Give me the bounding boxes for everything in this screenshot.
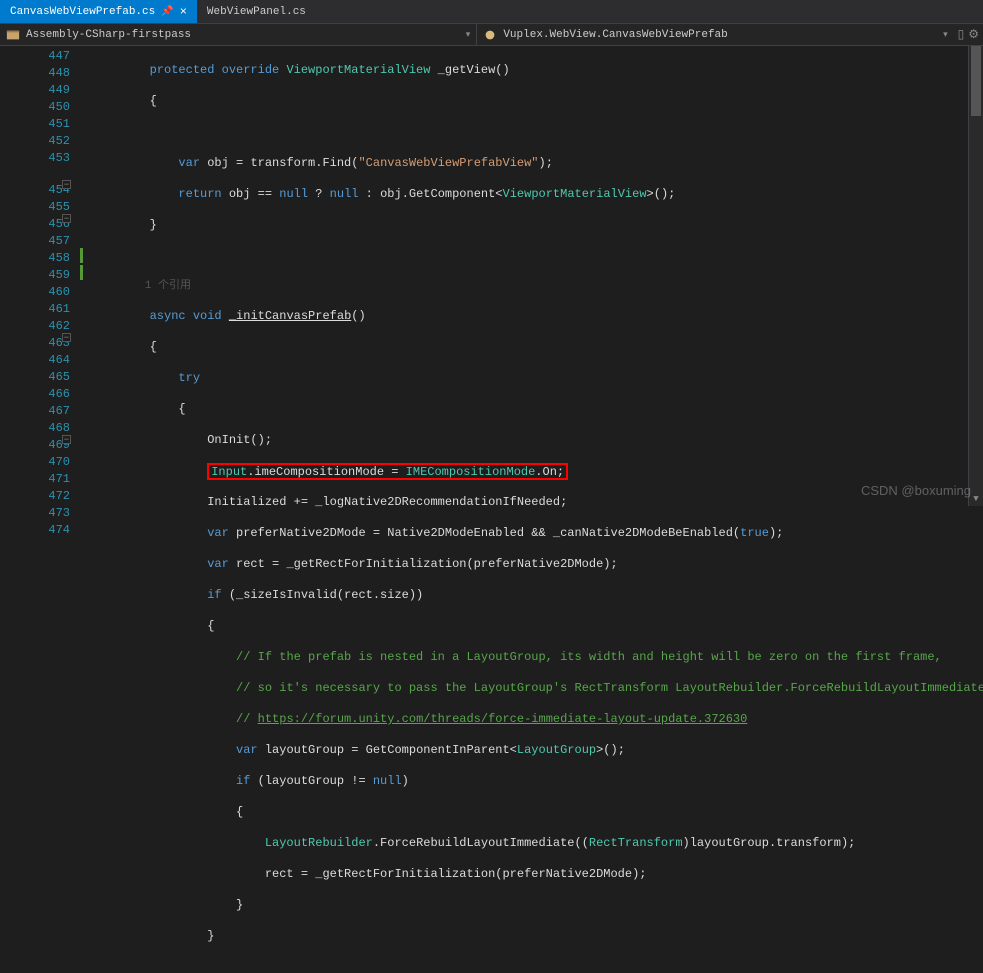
vertical-scrollbar[interactable]: ▲ ▼ <box>968 46 983 506</box>
codelens-references[interactable]: 1 个引用 <box>145 280 191 292</box>
tab-label: WebViewPanel.cs <box>207 6 306 18</box>
nav-bar: Assembly-CSharp-firstpass ▾ Vuplex.WebVi… <box>0 24 983 46</box>
nav-project-dropdown[interactable]: Assembly-CSharp-firstpass ▾ <box>0 24 477 45</box>
tab-webviewpanel[interactable]: WebViewPanel.cs <box>197 0 316 23</box>
pin-icon[interactable]: 📌 <box>161 6 173 18</box>
fold-toggle[interactable]: − <box>62 435 71 444</box>
code-editor[interactable]: 447 448 449 450 451 452 453 454 455 456 … <box>0 46 983 506</box>
csharp-project-icon <box>6 28 20 42</box>
scroll-down-icon[interactable]: ▼ <box>969 491 983 506</box>
highlighted-line: Input.imeCompositionMode = IMECompositio… <box>207 463 568 480</box>
code-area[interactable]: protected override ViewportMaterialView … <box>92 46 983 506</box>
split-icon[interactable]: ▯ <box>958 27 965 42</box>
gear-icon[interactable]: ⚙ <box>968 27 979 42</box>
change-marks <box>78 46 92 506</box>
tab-canvaswebviewprefab[interactable]: CanvasWebViewPrefab.cs 📌 × <box>0 0 197 23</box>
chevron-down-icon: ▾ <box>943 30 948 40</box>
fold-toggle[interactable]: − <box>62 180 71 189</box>
class-icon <box>483 28 497 42</box>
nav-class-dropdown[interactable]: Vuplex.WebView.CanvasWebViewPrefab ▾ <box>477 24 953 45</box>
fold-toggle[interactable]: − <box>62 214 71 223</box>
line-number-gutter: 447 448 449 450 451 452 453 454 455 456 … <box>0 46 78 506</box>
nav-actions: ▯ ⚙ <box>954 27 983 42</box>
chevron-down-icon: ▾ <box>466 30 471 40</box>
fold-toggle[interactable]: − <box>62 333 71 342</box>
nav-left-label: Assembly-CSharp-firstpass <box>26 29 191 41</box>
scroll-thumb[interactable] <box>971 46 981 116</box>
close-icon[interactable]: × <box>180 5 187 19</box>
nav-right-label: Vuplex.WebView.CanvasWebViewPrefab <box>503 29 727 41</box>
tab-label: CanvasWebViewPrefab.cs <box>10 6 155 18</box>
tabs-bar: CanvasWebViewPrefab.cs 📌 × WebViewPanel.… <box>0 0 983 24</box>
